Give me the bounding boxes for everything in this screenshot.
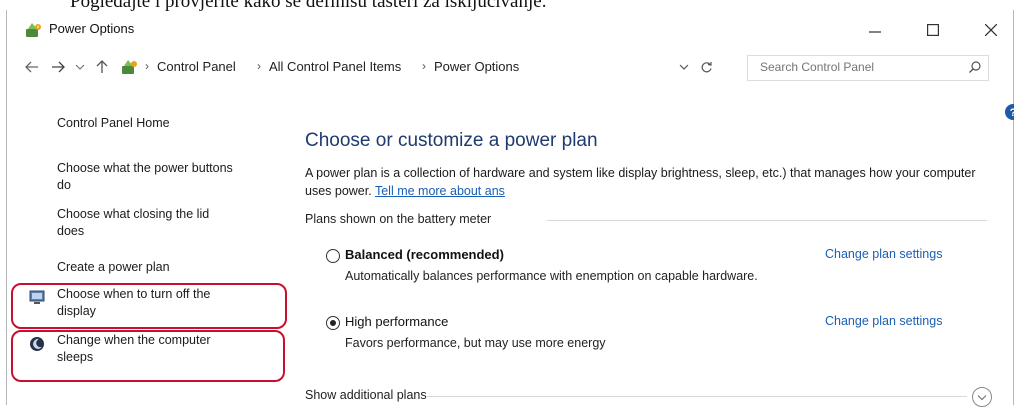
page-description: A power plan is a collection of hardware… (305, 164, 995, 200)
search-box[interactable] (747, 55, 989, 81)
sidebar-item-create-plan[interactable]: Create a power plan (57, 259, 247, 276)
show-additional-plans-label[interactable]: Show additional plans (305, 388, 427, 402)
divider (427, 396, 967, 397)
plans-section-label: Plans shown on the battery meter (305, 212, 492, 226)
plan-desc-high-performance: Favors performance, but may use more ene… (345, 336, 606, 350)
up-arrow-icon (96, 60, 108, 73)
search-icon (969, 61, 981, 73)
high-performance-radio[interactable] (326, 316, 340, 330)
refresh-button[interactable] (695, 56, 717, 78)
refresh-icon (701, 61, 712, 72)
expand-additional-plans-button[interactable] (972, 387, 992, 407)
sidebar-item-control-panel-home[interactable]: Control Panel Home (57, 115, 247, 132)
window-title: Power Options (49, 21, 135, 36)
chevron-down-icon (679, 64, 689, 70)
maximize-button[interactable] (913, 14, 953, 46)
close-button[interactable] (971, 14, 1011, 46)
power-options-window: Power Options › Control Panel › All Cont… (6, 10, 1014, 405)
back-button[interactable] (21, 56, 43, 78)
breadcrumb-all-items[interactable]: All Control Panel Items (269, 59, 401, 74)
highlight-frame (11, 283, 287, 329)
divider (547, 220, 987, 221)
svg-text:?: ? (1010, 107, 1014, 119)
breadcrumb-separator: › (257, 59, 261, 73)
address-dropdown-button[interactable] (673, 56, 695, 78)
sidebar-item-power-buttons[interactable]: Choose what the power buttons do (57, 160, 237, 194)
balanced-radio[interactable] (326, 249, 340, 263)
navigation-bar: › Control Panel › All Control Panel Item… (7, 50, 1013, 84)
close-icon (985, 24, 997, 36)
tell-me-more-link[interactable]: Tell me more about ans (375, 184, 505, 198)
plan-name-high-performance: High performance (345, 314, 449, 329)
breadcrumb-separator: › (145, 59, 149, 73)
power-options-icon (26, 23, 41, 37)
back-arrow-icon (25, 61, 38, 73)
forward-button[interactable] (47, 56, 69, 78)
sidebar-item-closing-lid[interactable]: Choose what closing the lid does (57, 206, 237, 240)
maximize-icon (927, 24, 939, 36)
high-performance-change-settings-link[interactable]: Change plan settings (825, 314, 942, 328)
plan-desc-balanced: Automatically balances performance with … (345, 269, 758, 283)
up-button[interactable] (91, 56, 113, 78)
balanced-change-settings-link[interactable]: Change plan settings (825, 247, 942, 261)
breadcrumb-separator: › (422, 59, 426, 73)
breadcrumb-power-options[interactable]: Power Options (434, 59, 519, 74)
plan-name-balanced: Balanced (recommended) (345, 247, 504, 262)
control-panel-icon (122, 60, 137, 74)
search-input[interactable] (748, 56, 960, 78)
title-bar: Power Options (7, 10, 1013, 50)
minimize-icon (869, 31, 881, 33)
chevron-down-icon (75, 64, 85, 70)
minimize-button[interactable] (855, 14, 895, 46)
highlight-frame (11, 330, 285, 382)
chevron-down-icon (977, 394, 987, 400)
breadcrumb-control-panel[interactable]: Control Panel (157, 59, 236, 74)
forward-arrow-icon (52, 61, 65, 73)
page-title: Choose or customize a power plan (305, 130, 598, 151)
recent-locations-button[interactable] (69, 56, 91, 78)
help-icon[interactable]: ? (1003, 103, 1014, 121)
